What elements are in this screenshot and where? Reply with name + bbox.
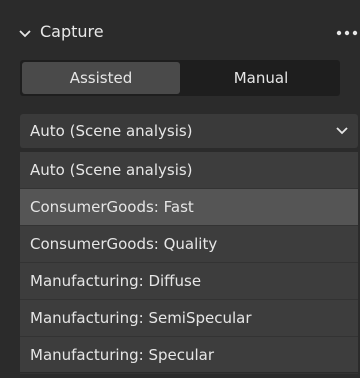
capture-panel: Capture Assisted Manual Auto (Scene anal… [0, 0, 360, 378]
mode-manual-button[interactable]: Manual [182, 60, 340, 96]
preset-options-menu: Auto (Scene analysis) ConsumerGoods: Fas… [20, 152, 358, 374]
menu-item[interactable]: Auto (Scene analysis) [20, 152, 358, 189]
chevron-down-icon [336, 127, 348, 135]
section-title: Capture [40, 22, 104, 41]
menu-item[interactable]: Manufacturing: Diffuse [20, 263, 358, 300]
preset-selected-value: Auto (Scene analysis) [30, 122, 193, 140]
preset-dropdown[interactable]: Auto (Scene analysis) [20, 114, 358, 148]
mode-toggle: Assisted Manual [20, 60, 340, 96]
menu-item[interactable]: ConsumerGoods: Quality [20, 226, 358, 263]
menu-item[interactable]: Manufacturing: Specular [20, 337, 358, 374]
chevron-down-icon[interactable] [19, 30, 31, 38]
section-header[interactable]: Capture [0, 0, 360, 56]
menu-item[interactable]: Manufacturing: SemiSpecular [20, 300, 358, 337]
mode-assisted-button[interactable]: Assisted [22, 62, 180, 94]
more-horizontal-icon[interactable] [336, 29, 358, 37]
menu-item[interactable]: ConsumerGoods: Fast [20, 189, 358, 226]
